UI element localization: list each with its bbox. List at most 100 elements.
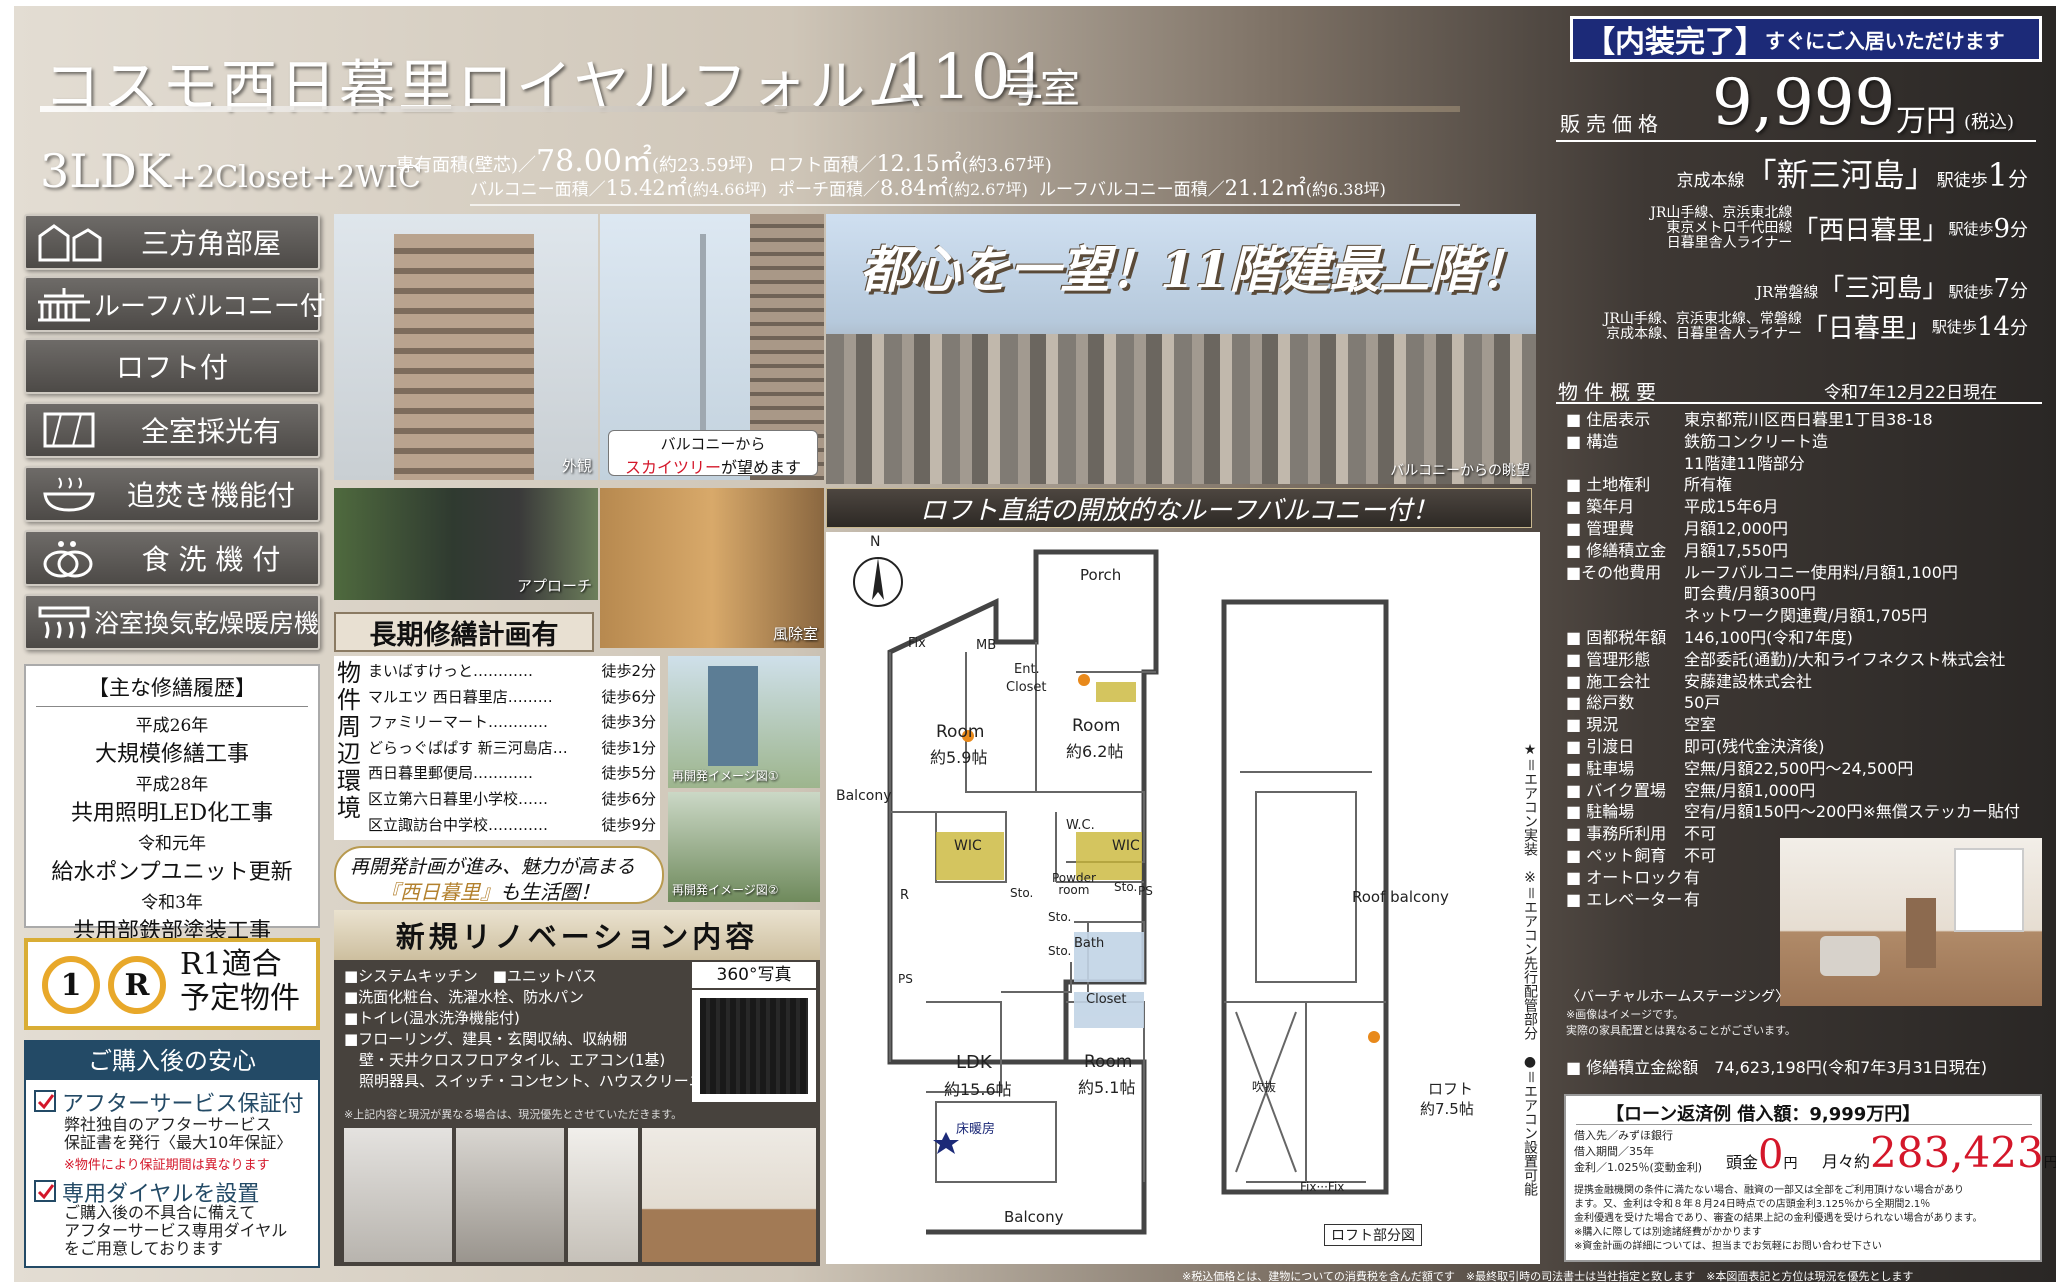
after-service-box: ご購入後の安心 アフターサービス保証付 弊社独自のアフターサービス 保証書を発行…: [24, 1040, 320, 1268]
overview-key: ■ 総戸数: [1566, 693, 1635, 713]
surrounding-walk: 徒歩5分: [601, 764, 656, 783]
fp-ps-2: PS: [898, 972, 913, 986]
overview-key: ■ 土地権利: [1566, 475, 1651, 495]
fp-loft-size: 約7.5帖: [1420, 1100, 1474, 1118]
surroundings-box: 物件周辺環境 まいばすけっと………… 徒歩2分 マルエツ 西日暮里店……… 徒歩6分フ…: [334, 656, 660, 840]
price-tax: (税込): [1964, 112, 2015, 133]
sofa-shape: [1820, 936, 1880, 976]
overview-row: ■ エレベーター有: [1566, 886, 1700, 910]
surrounding-dots: …………: [473, 764, 534, 783]
area-row-2: バルコニー面積／15.42㎡(約4.66坪) ポーチ面積／8.84㎡(約2.67…: [470, 176, 1386, 200]
fp-room1: Room: [936, 722, 985, 742]
overview-row: ■ 総戸数 50戸: [1566, 689, 1720, 713]
repair-history-divider: [36, 706, 308, 707]
bathtub-icon: [34, 472, 104, 516]
overview-key: ■ 修繕積立金: [1566, 540, 1667, 560]
overview-title: 物件概要: [1558, 380, 1662, 404]
fp-room2-size: 約6.2帖: [1066, 742, 1124, 761]
fp-fix-row: Fix···Fix: [1300, 1180, 1345, 1194]
surrounding-dots: ………: [507, 687, 553, 706]
surrounding-item: マルエツ 西日暮里店……… 徒歩6分: [368, 686, 660, 707]
loan-monthly: 月々約283,423円: [1822, 1128, 2056, 1177]
fp-bath: Bath: [1074, 936, 1105, 951]
loft-roof-banner: ロフト直結の開放的なルーフバルコニー付！: [826, 488, 1532, 528]
exterior-photo: 外観: [334, 214, 598, 480]
repair-year-3: 令和元年: [138, 834, 206, 854]
fp-aircon-legend: ★＝エアコン実装 ※＝エアコン先行配管部分 ●＝エアコン設置可能: [1522, 742, 1538, 1196]
surrounding-dots: ……: [518, 790, 549, 808]
building-shape: [394, 234, 534, 480]
overview-row: ■その他費用 ルーフバルコニー使用料/月額1,100円: [1566, 559, 1958, 583]
dishes-icon: [34, 536, 104, 580]
overview-key: ■ オートロック: [1566, 867, 1683, 887]
qr-code[interactable]: [692, 990, 816, 1102]
fp-ps-1: PS: [1138, 884, 1153, 898]
repair-year-2: 平成28年: [135, 775, 209, 795]
surrounding-item: まいばすけっと………… 徒歩2分: [368, 660, 660, 681]
fp-fix: Fix: [908, 636, 926, 651]
overview-value: 即可(残代金決済後): [1684, 737, 1825, 756]
window-icon: [34, 408, 104, 452]
overview-value: 有: [1684, 867, 1701, 887]
surrounding-walk: 徒歩9分: [601, 815, 656, 834]
surrounding-name: まいばすけっと: [368, 662, 474, 680]
surrounding-walk: 徒歩2分: [601, 662, 656, 680]
surrounding-name: 区立諏訪台中学校: [368, 815, 489, 834]
skytree-callout-2: スカイツリーが望めます: [624, 458, 802, 477]
overview-value: 空無/月額1,000円: [1684, 780, 1816, 800]
fp-wic2: WIC: [1112, 838, 1140, 854]
overview-row: 町会費/月額300円: [1566, 580, 1816, 604]
floorplan-area: N Porch Fix MB Ent. Closet Room 約5.9帖 Ro…: [826, 532, 1540, 1264]
repair-work-1: 大規模修繕工事: [94, 742, 249, 767]
overview-row: ■ 修繕積立金 月額17,550円: [1566, 537, 1788, 561]
repair-history-box: 【主な修繕履歴】 平成26年 大規模修繕工事 平成28年 共用照明LED化工事 …: [24, 664, 320, 944]
fp-loft-part: ロフト部分図: [1324, 1224, 1422, 1246]
surrounding-name: ファミリーマート: [368, 713, 489, 732]
redevelopment-image-1: 再開発イメージ図①: [668, 656, 820, 788]
approach-caption: アプローチ: [516, 577, 592, 595]
skytree-callout-1: バルコニーから: [660, 435, 766, 453]
surrounding-item: 区立第六日暮里小学校…… 徒歩6分: [368, 788, 660, 809]
title-underline: [40, 106, 1460, 112]
feature-corner-room: 三方角部屋: [24, 214, 320, 270]
overview-value: 空室: [1684, 715, 1717, 735]
surrounding-item: ファミリーマート………… 徒歩3分: [368, 711, 660, 732]
overview-value: ルーフバルコニー使用料/月額1,100円: [1684, 562, 1958, 582]
virtual-note-1: ※画像はイメージです。: [1566, 1008, 1684, 1021]
fp-sto-2: Sto.: [1114, 880, 1138, 894]
repair-work-3: 給水ポンプユニット更新: [51, 860, 293, 885]
fp-floor-heating: 床暖房: [956, 1122, 996, 1137]
fp-room1-size: 約5.9帖: [930, 748, 988, 767]
north-mark: N: [870, 534, 881, 550]
overview-row: ■ 固都税年額 146,100円(令和7年度): [1566, 624, 1853, 648]
overview-row: ■ バイク置場 空無/月額1,000円: [1566, 777, 1815, 801]
fp-porch: Porch: [1080, 566, 1122, 584]
station-2: JR山手線、京浜東北線 東京メトロ千代田線 日暮里舎人ライナー 「西日暮里」 駅徒歩…: [1650, 205, 2028, 251]
overview-key: ■ ペット飼育: [1566, 846, 1667, 865]
overview-key: ■ バイク置場: [1566, 780, 1666, 800]
overview-divider: [1556, 402, 2042, 404]
fp-room3: Room: [1084, 1052, 1133, 1072]
surrounding-dots: …: [552, 738, 568, 757]
fp-powder: Powder room: [1052, 871, 1096, 897]
repair-year-4: 令和3年: [141, 893, 203, 913]
ventilation-icon: [34, 600, 94, 644]
overview-key: ■その他費用: [1566, 562, 1662, 582]
overview-value: ネットワーク関連費/月額1,705円: [1684, 606, 1928, 626]
overview-key: ■ 引渡日: [1566, 737, 1635, 756]
feature-loft: ロフト付: [24, 338, 320, 394]
price-unit: 万円: [1896, 104, 1956, 139]
overview-key: ■ 施工会社: [1566, 671, 1651, 691]
overview-row: ■ オートロック有: [1566, 864, 1700, 888]
r1-r-icon: R: [108, 956, 166, 1014]
overview-key: ■ 管理形態: [1566, 649, 1651, 669]
overview-key: ■ 管理費: [1566, 519, 1635, 538]
after-service-title: ご購入後の安心: [26, 1042, 318, 1080]
r1-one-icon: 1: [42, 956, 100, 1014]
overview-row: ■ 駐車場 空無/月額22,500円～24,500円: [1566, 755, 1913, 779]
loan-example-box: 【ローン返済例 借入額：9,999万円】 借入先／みずほ銀行 借入期間／35年 金利…: [1564, 1094, 2056, 1262]
fp-closet2: Closet: [1086, 992, 1127, 1007]
feature-roof-balcony: ルーフバルコニー付: [24, 276, 326, 332]
overview-value: 安藤建設株式会社: [1684, 671, 1813, 691]
surrounding-dots: …………: [488, 713, 549, 732]
